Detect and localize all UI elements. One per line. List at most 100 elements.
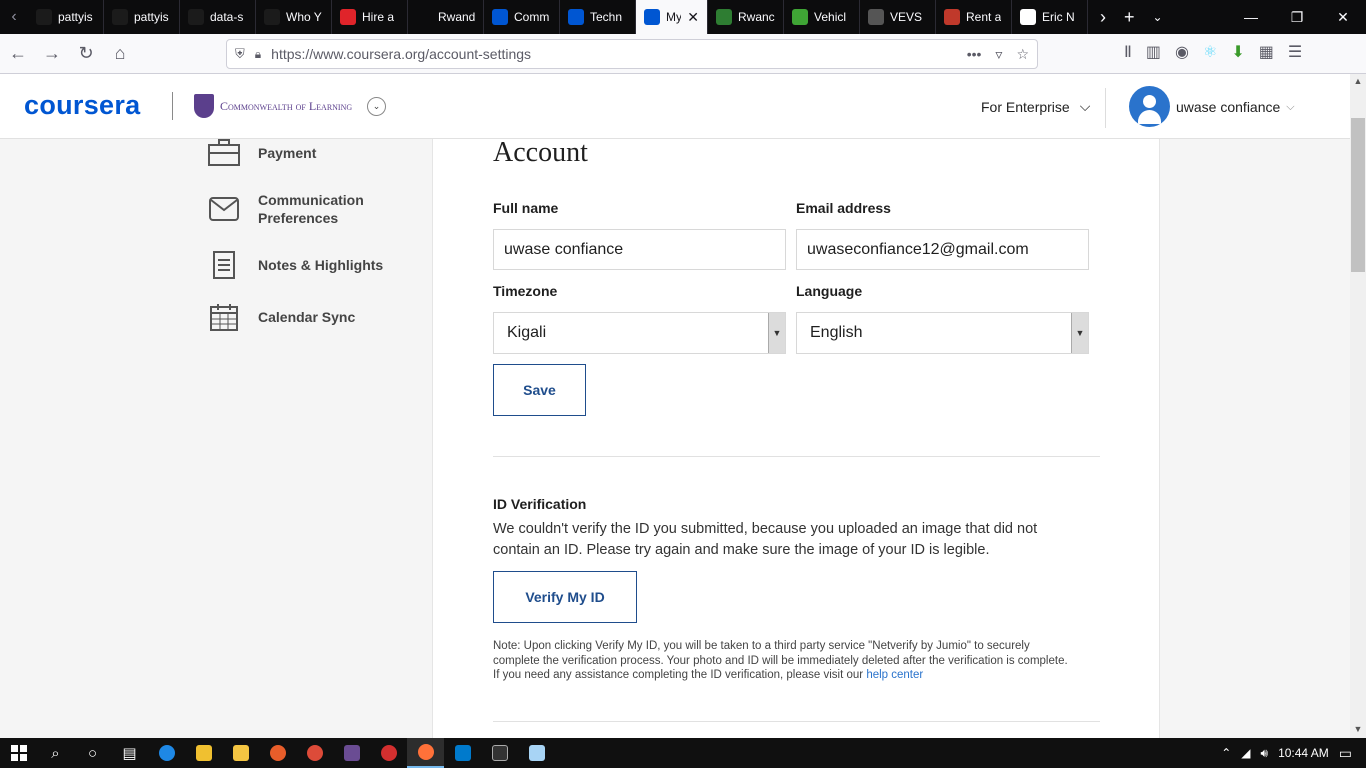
firefox-icon[interactable] bbox=[407, 738, 444, 768]
sidebar-icon[interactable]: ▥ bbox=[1146, 42, 1161, 62]
new-tab-icon[interactable]: + bbox=[1124, 7, 1135, 28]
account-card: Account Full name uwase confiance Email … bbox=[432, 137, 1160, 739]
terminal-icon[interactable] bbox=[481, 738, 518, 768]
shield-icon[interactable]: ⛨ bbox=[235, 46, 245, 62]
timezone-select[interactable]: Kigali ▼ bbox=[493, 312, 786, 354]
browser-tab[interactable]: Rent a bbox=[936, 0, 1012, 34]
browser-tab-strip: ‹ pattyis pattyis data-s Who Y Hire a Rwanda … bbox=[0, 0, 1366, 34]
notepad-icon[interactable] bbox=[518, 738, 555, 768]
menu-icon[interactable]: ☰ bbox=[1288, 42, 1302, 62]
wifi-icon[interactable]: ◢ bbox=[1241, 746, 1250, 760]
sidebar-item-notes[interactable]: Notes & Highlights bbox=[208, 251, 383, 279]
browser-tab[interactable]: Who Y bbox=[256, 0, 332, 34]
store-icon[interactable] bbox=[185, 738, 222, 768]
react-devtools-icon[interactable]: ⚛ bbox=[1203, 42, 1217, 62]
partner-name: Commonwealth of Learning bbox=[220, 98, 353, 113]
browser-tab[interactable]: pattyis bbox=[28, 0, 104, 34]
edge-icon[interactable] bbox=[148, 738, 185, 768]
save-button[interactable]: Save bbox=[493, 364, 586, 416]
clock[interactable]: 10:44 AM bbox=[1278, 746, 1329, 760]
language-select[interactable]: English ▼ bbox=[796, 312, 1089, 354]
library-icon[interactable]: Ⅱ bbox=[1124, 42, 1132, 62]
tab-favicon-icon bbox=[264, 9, 280, 25]
browser-tab[interactable]: Rwanda C bbox=[408, 0, 484, 34]
browser-tab[interactable]: My ✕ bbox=[636, 0, 708, 34]
download-extension-icon[interactable]: ⬇ bbox=[1231, 42, 1244, 62]
bookmark-star-icon[interactable]: ☆ bbox=[1016, 46, 1029, 63]
chevron-down-icon: ⌵ bbox=[1286, 100, 1295, 113]
full-name-field[interactable]: uwase confiance bbox=[493, 229, 786, 270]
file-explorer-icon[interactable] bbox=[222, 738, 259, 768]
sidebar-item-communication[interactable]: Communication Preferences bbox=[208, 191, 378, 227]
vscode-icon[interactable] bbox=[444, 738, 481, 768]
sidebar-item-label: Communication Preferences bbox=[258, 192, 364, 226]
app-icon[interactable] bbox=[259, 738, 296, 768]
scroll-thumb[interactable] bbox=[1351, 118, 1365, 272]
verification-note-text: Note: Upon clicking Verify My ID, you wi… bbox=[493, 640, 1068, 681]
search-icon[interactable]: ⌕ bbox=[37, 738, 74, 768]
tab-scroll-right-icon[interactable]: › bbox=[1100, 7, 1106, 28]
reload-icon[interactable]: ↻ bbox=[70, 38, 102, 70]
browser-tab[interactable]: pattyis bbox=[104, 0, 180, 34]
scroll-down-icon[interactable]: ▼ bbox=[1350, 724, 1366, 734]
browser-tab[interactable]: Comm bbox=[484, 0, 560, 34]
browser-navbar: ← → ↻ ⌂ ⛨ 🔒︎ https://www.coursera.org/ac… bbox=[0, 34, 1366, 74]
browser-tab[interactable]: data-s bbox=[180, 0, 256, 34]
chrome-icon[interactable] bbox=[296, 738, 333, 768]
id-verification-title: ID Verification bbox=[493, 496, 587, 512]
pocket-icon[interactable]: ▿ bbox=[995, 46, 1002, 63]
git-icon[interactable] bbox=[333, 738, 370, 768]
browser-tab[interactable]: Hire a bbox=[332, 0, 408, 34]
partner-dropdown-button[interactable]: ⌄ bbox=[367, 97, 386, 116]
sidebar-item-payment[interactable]: Payment bbox=[208, 139, 316, 167]
browser-tab[interactable]: Eric N bbox=[1012, 0, 1088, 34]
email-field[interactable]: uwaseconfiance12@gmail.com bbox=[796, 229, 1089, 270]
tab-favicon-icon bbox=[112, 9, 128, 25]
for-enterprise-label: For Enterprise bbox=[981, 98, 1070, 115]
restore-icon[interactable]: ❐ bbox=[1274, 9, 1320, 26]
forward-arrow-icon[interactable]: → bbox=[36, 38, 68, 70]
back-arrow-icon[interactable]: ← bbox=[2, 38, 34, 70]
help-center-link[interactable]: help center bbox=[866, 669, 923, 681]
system-tray: ⌃ ◢ 🔊︎ 10:44 AM ▭ bbox=[1221, 745, 1366, 762]
chevron-down-icon[interactable]: ▼ bbox=[1071, 313, 1088, 353]
task-view-icon[interactable]: ▤ bbox=[111, 738, 148, 768]
browser-tab[interactable]: Rwanc bbox=[708, 0, 784, 34]
avatar[interactable] bbox=[1129, 86, 1170, 127]
url-bar[interactable]: ⛨ 🔒︎ https://www.coursera.org/account-se… bbox=[226, 39, 1038, 69]
tab-scroll-left-icon[interactable]: ‹ bbox=[0, 0, 28, 34]
browser-tab[interactable]: Vehicl bbox=[784, 0, 860, 34]
account-icon[interactable]: ◉ bbox=[1175, 42, 1189, 62]
sidebar-item-calendar[interactable]: Calendar Sync bbox=[208, 303, 355, 331]
sidebar-item-label: Payment bbox=[258, 145, 317, 161]
verify-id-button[interactable]: Verify My ID bbox=[493, 571, 637, 623]
timezone-label: Timezone bbox=[493, 283, 558, 299]
tab-favicon-icon bbox=[492, 9, 508, 25]
minimize-icon[interactable]: — bbox=[1228, 9, 1274, 25]
lock-icon[interactable]: 🔒︎ bbox=[255, 47, 261, 62]
scroll-up-icon[interactable]: ▲ bbox=[1350, 76, 1366, 86]
windows-start-icon[interactable] bbox=[0, 738, 37, 768]
user-menu[interactable]: uwase confiance ⌵ bbox=[1176, 99, 1295, 115]
notifications-icon[interactable]: ▭ bbox=[1339, 745, 1352, 762]
tab-label: Eric N bbox=[1042, 10, 1075, 24]
home-icon[interactable]: ⌂ bbox=[104, 38, 136, 70]
volume-icon[interactable]: 🔊︎ bbox=[1261, 746, 1269, 761]
tab-extra-controls: › + ⌄ bbox=[1088, 0, 1175, 34]
page-actions-icon[interactable]: ••• bbox=[967, 46, 982, 63]
browser-tab[interactable]: Techn bbox=[560, 0, 636, 34]
tray-expand-icon[interactable]: ⌃ bbox=[1221, 746, 1231, 760]
partner-logo[interactable]: Commonwealth of Learning bbox=[194, 94, 352, 118]
app-icon[interactable] bbox=[370, 738, 407, 768]
tab-list-dropdown-icon[interactable]: ⌄ bbox=[1153, 10, 1163, 24]
close-window-icon[interactable]: ✕ bbox=[1320, 9, 1366, 26]
url-text[interactable]: https://www.coursera.org/account-setting… bbox=[271, 46, 531, 62]
coursera-logo[interactable]: coursera bbox=[24, 90, 140, 121]
for-enterprise-menu[interactable]: For Enterprise ⌵ bbox=[981, 98, 1090, 115]
tab-favicon-icon bbox=[188, 9, 204, 25]
cortana-icon[interactable]: ○ bbox=[74, 738, 111, 768]
browser-tab[interactable]: VEVS bbox=[860, 0, 936, 34]
close-tab-icon[interactable]: ✕ bbox=[687, 9, 699, 26]
extensions-icon[interactable]: ▦ bbox=[1259, 42, 1274, 62]
chevron-down-icon[interactable]: ▼ bbox=[768, 313, 785, 353]
